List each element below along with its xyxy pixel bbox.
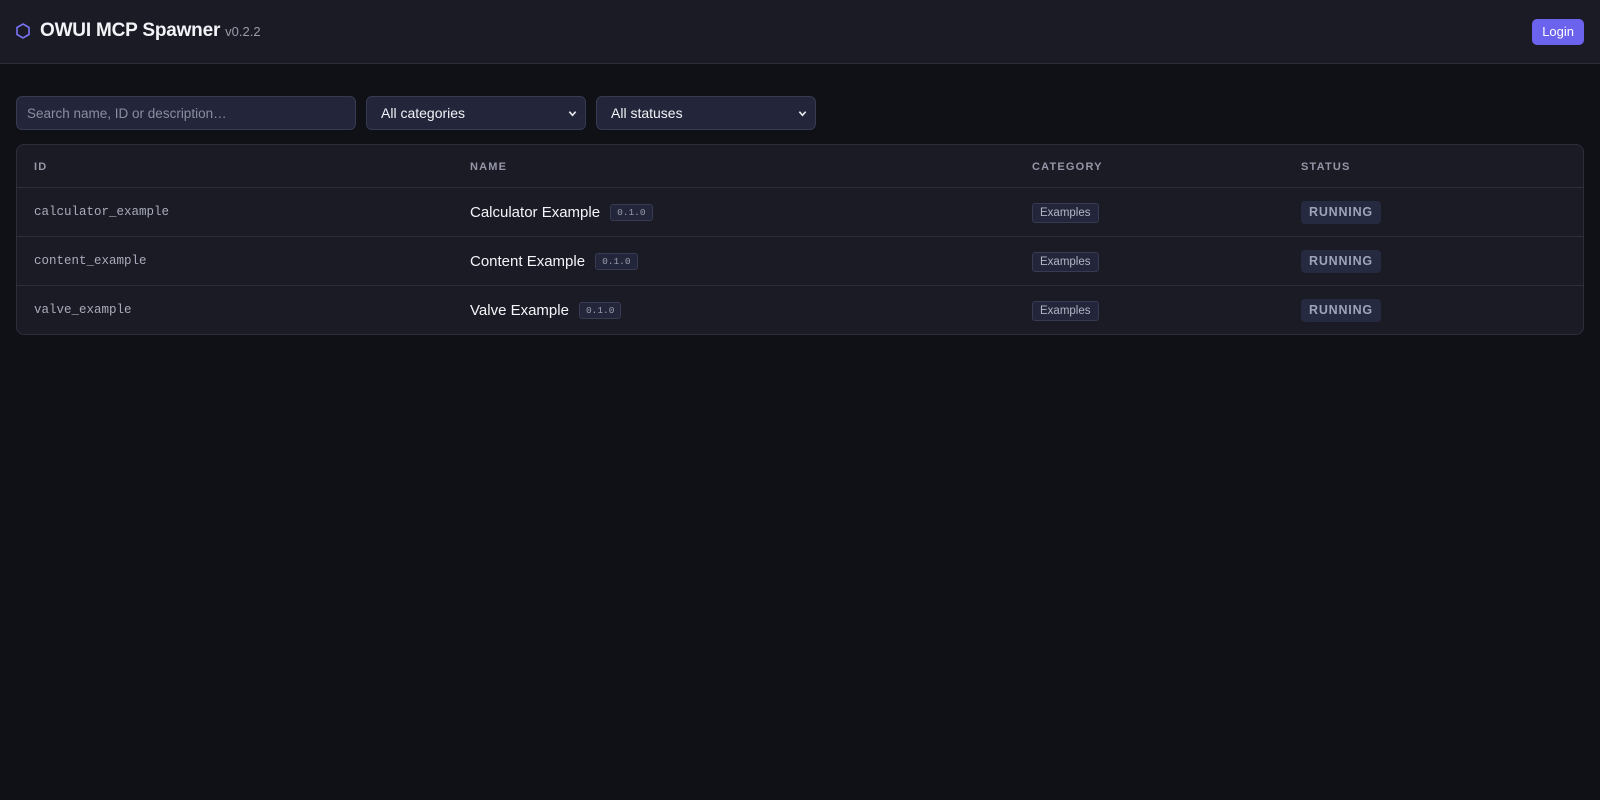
server-id: valve_example <box>34 303 132 317</box>
table-row[interactable]: calculator_example Calculator Example 0.… <box>17 188 1583 237</box>
server-name: Calculator Example <box>470 204 601 221</box>
server-id: content_example <box>34 254 147 268</box>
server-name-cell: Calculator Example 0.1.0 <box>470 204 653 221</box>
table-row[interactable]: content_example Content Example 0.1.0 Ex… <box>17 237 1583 286</box>
login-button[interactable]: Login <box>1532 19 1584 45</box>
column-header-id[interactable]: ID <box>34 161 47 173</box>
brand: OWUI MCP Spawner v0.2.2 <box>16 20 261 42</box>
status-select-value: All statuses <box>611 105 683 121</box>
version-badge: 0.1.0 <box>610 204 653 221</box>
top-bar: OWUI MCP Spawner v0.2.2 Login <box>0 0 1600 64</box>
search-input[interactable] <box>16 96 356 130</box>
category-select-value: All categories <box>381 105 466 121</box>
table-row[interactable]: valve_example Valve Example 0.1.0 Exampl… <box>17 286 1583 334</box>
app-title: OWUI MCP Spawner <box>40 20 221 41</box>
app-version: v0.2.2 <box>225 24 261 39</box>
status-badge: RUNNING <box>1301 250 1381 273</box>
status-badge: RUNNING <box>1301 299 1381 322</box>
column-header-category[interactable]: CATEGORY <box>1032 161 1103 173</box>
server-name-cell: Content Example 0.1.0 <box>470 253 638 270</box>
category-badge: Examples <box>1032 252 1099 272</box>
category-badge: Examples <box>1032 203 1099 223</box>
table-header: ID NAME CATEGORY STATUS <box>17 145 1583 188</box>
column-header-name[interactable]: NAME <box>470 161 507 173</box>
servers-table: ID NAME CATEGORY STATUS calculator_examp… <box>16 144 1584 335</box>
chevron-down-icon <box>568 111 577 117</box>
chevron-down-icon <box>798 111 807 117</box>
category-badge: Examples <box>1032 301 1099 321</box>
server-name: Content Example <box>470 253 586 270</box>
category-select[interactable]: All categories <box>366 96 586 130</box>
column-header-status[interactable]: STATUS <box>1301 161 1351 173</box>
version-badge: 0.1.0 <box>595 253 638 270</box>
version-badge: 0.1.0 <box>578 302 622 319</box>
server-id: calculator_example <box>34 205 170 219</box>
status-select[interactable]: All statuses <box>596 96 816 130</box>
hexagon-icon <box>16 23 30 39</box>
status-badge: RUNNING <box>1301 201 1381 224</box>
server-name: Valve Example <box>470 302 569 319</box>
server-name-cell: Valve Example 0.1.0 <box>470 302 622 319</box>
